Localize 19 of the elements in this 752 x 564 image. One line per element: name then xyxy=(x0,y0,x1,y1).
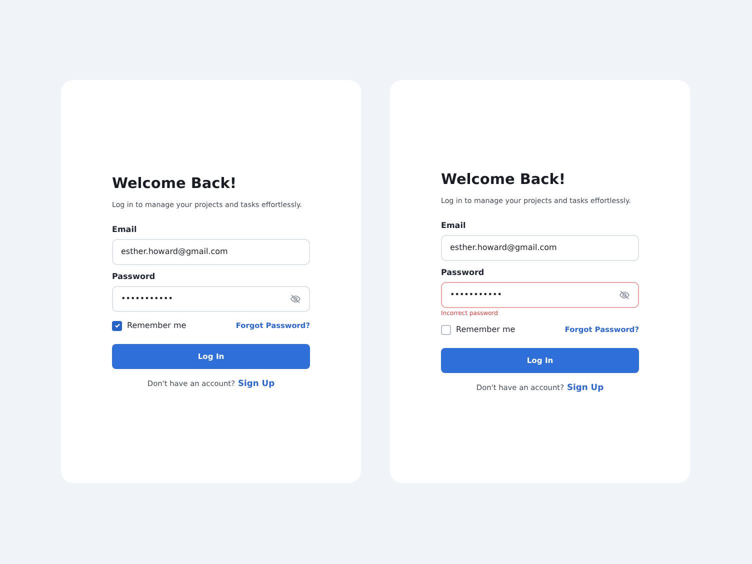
remember-label: Remember me xyxy=(127,321,186,330)
eye-slash-icon[interactable] xyxy=(619,290,630,300)
remember-checkbox[interactable] xyxy=(112,320,122,330)
remember-checkbox[interactable] xyxy=(441,324,451,334)
login-title: Welcome Back! xyxy=(441,172,567,188)
signup-link[interactable]: Sign Up xyxy=(567,382,604,392)
email-label: Email xyxy=(441,220,467,230)
password-field[interactable]: ••••••••••• xyxy=(112,286,310,312)
eye-slash-icon[interactable] xyxy=(290,294,301,304)
check-icon xyxy=(114,322,120,329)
remember-label: Remember me xyxy=(456,325,516,334)
password-field[interactable]: ••••••••••• xyxy=(441,282,639,308)
password-label: Password xyxy=(441,268,486,276)
email-label: Email xyxy=(112,224,138,234)
email-field[interactable]: esther.howard@gmail.com xyxy=(112,238,310,264)
signup-link[interactable]: Sign Up xyxy=(238,378,275,388)
login-title: Welcome Back! xyxy=(112,176,238,192)
email-field[interactable]: esther.howard@gmail.com xyxy=(441,234,639,260)
password-label: Password xyxy=(112,272,156,280)
